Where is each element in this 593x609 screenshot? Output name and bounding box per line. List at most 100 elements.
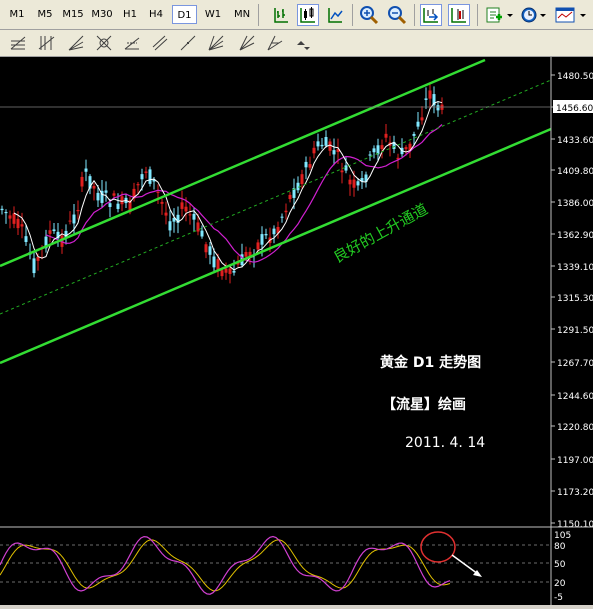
timeframe-button-d1[interactable]: D1 — [172, 5, 197, 24]
candle-body — [92, 185, 96, 189]
timeframe-button-m1[interactable]: M1 — [5, 5, 29, 24]
candle-body — [0, 208, 4, 211]
oscillator-level-label: 50 — [554, 560, 566, 570]
candle-body — [8, 215, 12, 219]
candle-body — [312, 147, 316, 154]
candle-body — [412, 133, 416, 136]
andrews-pitchfork-icon[interactable] — [265, 33, 285, 53]
candle-body — [164, 212, 168, 216]
candle-body — [328, 141, 332, 151]
zoom-out-icon[interactable] — [386, 4, 408, 26]
price-tick-label: 1267.70 — [557, 359, 593, 369]
periods-icon[interactable] — [519, 4, 547, 26]
fibo-time-zones-icon[interactable] — [37, 33, 57, 53]
candle-body — [316, 141, 320, 147]
candle-body — [352, 179, 356, 188]
price-tick-label: 1433.60 — [557, 136, 593, 146]
candle-body — [16, 218, 20, 229]
arrows-icon[interactable] — [293, 33, 313, 53]
bar-chart-icon[interactable] — [270, 4, 292, 26]
timeframe-button-m5[interactable]: M5 — [33, 5, 57, 24]
gann-fan-icon[interactable] — [206, 33, 226, 53]
candle-body — [284, 210, 288, 213]
candle-body — [260, 234, 264, 245]
candle-body — [32, 258, 36, 274]
fibo-retracement-icon[interactable] — [8, 33, 28, 53]
candle-body — [20, 224, 24, 227]
toolbar-separator — [414, 4, 415, 26]
drawing-toolbar — [0, 30, 593, 57]
candle-body — [272, 228, 276, 235]
candle-body — [308, 164, 312, 168]
candle-body — [300, 174, 304, 184]
candle-body — [12, 213, 16, 224]
line-chart-icon[interactable] — [324, 4, 346, 26]
candle-body — [72, 214, 76, 224]
price-tick-label: 1362.90 — [557, 231, 593, 241]
candle-body — [424, 98, 428, 100]
author-label: 【流星】绘画 — [382, 396, 466, 413]
price-tick-label: 1339.10 — [557, 263, 593, 273]
timeframe-button-h1[interactable]: H1 — [119, 5, 141, 24]
candle-body — [48, 230, 52, 234]
price-tick-label: 1409.80 — [557, 167, 593, 177]
candle-body — [228, 268, 232, 274]
price-tick-label: 1150.10 — [557, 520, 593, 530]
fibo-expansion-icon[interactable] — [122, 33, 142, 53]
candle-body — [348, 179, 352, 185]
candle-body — [220, 270, 224, 277]
toolbar-separator — [477, 4, 478, 26]
candle-body — [232, 270, 236, 273]
candle-body — [52, 229, 56, 232]
candlestick-icon[interactable] — [297, 4, 319, 26]
chart-title: 黄金 D1 走势图 — [380, 354, 481, 371]
toolbar-separator — [258, 4, 259, 26]
candle-body — [108, 203, 112, 207]
price-tick-label: 1173.20 — [557, 488, 593, 498]
candle-body — [380, 145, 384, 150]
candle-body — [356, 181, 360, 186]
price-tick-label: 1386.00 — [557, 199, 593, 209]
candle-body — [116, 203, 120, 209]
oscillator-level-label: -5 — [554, 593, 563, 603]
timeframe-button-m15[interactable]: M15 — [60, 5, 86, 24]
chart-shift-icon[interactable] — [448, 4, 470, 26]
candle-body — [96, 192, 100, 201]
chart-canvas[interactable]: 10580 50 20 -5 1480.50 1456.60 1433.60 1409.80… — [0, 57, 593, 605]
gann-line-icon[interactable] — [178, 33, 198, 53]
date-label: 2011. 4. 14 — [405, 435, 485, 451]
main-toolbar: M1 M5 M15 M30 H1 H4 D1 W1 MN — [0, 0, 593, 30]
price-tick-label: 1197.00 — [557, 456, 593, 466]
fibo-channel-icon[interactable] — [150, 33, 170, 53]
candle-body — [304, 161, 308, 168]
gann-grid-icon[interactable] — [237, 33, 257, 53]
candle-body — [428, 90, 432, 99]
candle-body — [76, 209, 80, 212]
candle-body — [244, 252, 248, 257]
timeframe-button-m30[interactable]: M30 — [88, 5, 116, 24]
candle-body — [212, 256, 216, 268]
candle-body — [204, 244, 208, 253]
candle-body — [112, 193, 116, 196]
timeframe-button-h4[interactable]: H4 — [145, 5, 167, 24]
candle-body — [420, 117, 424, 121]
oscillator-level-label: 105 — [554, 531, 571, 541]
price-chart[interactable]: 105 80 50 20 -5 1480.50 1456.60 1433.60 1409.80… — [0, 57, 593, 605]
candle-body — [196, 222, 200, 232]
fibo-fan-icon[interactable] — [66, 33, 86, 53]
candle-body — [200, 230, 204, 237]
candle-body — [404, 147, 408, 150]
candle-body — [340, 170, 344, 173]
autoscroll-icon[interactable] — [420, 4, 442, 26]
timeframe-button-w1[interactable]: W1 — [201, 5, 225, 24]
zoom-in-icon[interactable] — [358, 4, 380, 26]
candle-body — [224, 268, 228, 273]
indicators-icon[interactable] — [484, 4, 514, 26]
candle-body — [188, 214, 192, 216]
candle-body — [280, 216, 284, 218]
timeframe-button-mn[interactable]: MN — [229, 5, 255, 24]
fibo-arcs-icon[interactable] — [94, 33, 114, 53]
templates-icon[interactable] — [554, 4, 588, 26]
candle-body — [148, 169, 152, 184]
candle-body — [288, 194, 292, 199]
